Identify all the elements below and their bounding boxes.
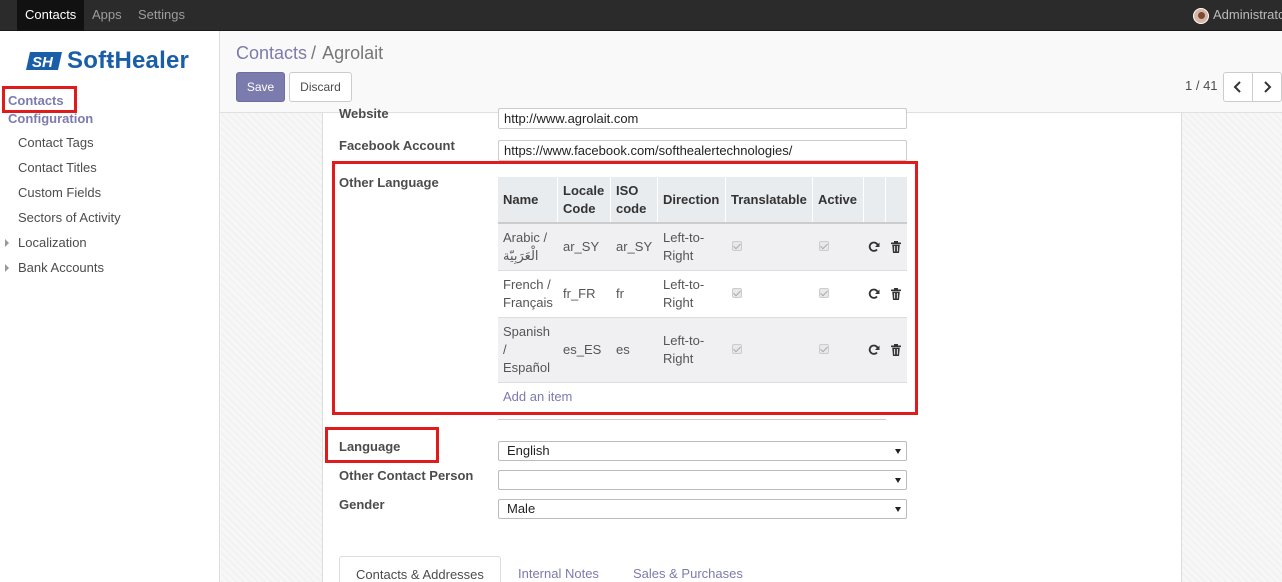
pager-previous-button[interactable] [1223, 72, 1253, 102]
softhealer-logo-icon: SH [26, 52, 62, 71]
breadcrumb-current: Agrolait [322, 43, 384, 63]
tab-internal-notes[interactable]: Internal Notes [502, 556, 615, 582]
pager-next-button[interactable] [1252, 72, 1282, 102]
discard-button[interactable]: Discard [289, 72, 352, 102]
sidebar-item-bank-accounts[interactable]: Bank Accounts [18, 260, 104, 275]
sidebar: SH SofŧHealer Contacts Configuration Con… [0, 31, 220, 582]
caret-down-icon [895, 449, 901, 454]
breadcrumb-separator: / [311, 43, 317, 63]
caret-down-icon [895, 478, 901, 483]
gender-label: Gender [339, 497, 385, 512]
caret-right-icon [5, 264, 9, 272]
sidebar-item-localization[interactable]: Localization [18, 235, 87, 250]
gender-select[interactable]: Male [498, 499, 907, 519]
gender-select-value: Male [507, 501, 536, 516]
logo-text: SofŧHealer [67, 47, 190, 74]
tab-sales-purchases[interactable]: Sales & Purchases [617, 556, 759, 582]
chevron-right-icon [1264, 81, 1272, 93]
sidebar-section-configuration: Configuration [8, 111, 94, 126]
menu-contacts[interactable]: Contacts [17, 0, 85, 31]
save-button[interactable]: Save [236, 72, 285, 102]
top-navbar: Contacts Apps Settings Administrator [0, 0, 1282, 31]
svg-text:SH: SH [32, 54, 54, 71]
chevron-left-icon [1233, 81, 1241, 93]
user-name: Administrator [1213, 7, 1282, 22]
breadcrumb: Contacts / Agrolait [236, 43, 383, 64]
facebook-account-label: Facebook Account [339, 138, 455, 153]
sidebar-item-sectors-of-activity[interactable]: Sectors of Activity [18, 210, 121, 225]
facebook-account-field[interactable]: https://www.facebook.com/softhealertechn… [498, 140, 907, 161]
language-select-value: English [507, 443, 550, 458]
sidebar-item-contact-titles[interactable]: Contact Titles [18, 160, 97, 175]
caret-right-icon [5, 239, 9, 247]
website-label: Website [339, 106, 389, 121]
language-select[interactable]: English [498, 441, 907, 461]
website-field[interactable]: http://www.agrolait.com [498, 108, 907, 129]
sidebar-item-custom-fields[interactable]: Custom Fields [18, 185, 101, 200]
highlight-box-other-language [332, 161, 918, 415]
user-avatar [1193, 8, 1209, 24]
other-contact-person-select[interactable] [498, 470, 907, 490]
other-contact-person-label: Other Contact Person [339, 468, 474, 483]
caret-down-icon [895, 507, 901, 512]
table-bottom-border [498, 419, 886, 420]
pager-value[interactable]: 1 / 41 [1185, 78, 1218, 93]
breadcrumb-contacts[interactable]: Contacts [236, 43, 307, 63]
highlight-box-contacts [2, 86, 77, 113]
menu-apps[interactable]: Apps [84, 0, 130, 31]
tab-contacts-addresses[interactable]: Contacts & Addresses [339, 556, 501, 582]
highlight-box-language [325, 427, 439, 463]
menu-settings[interactable]: Settings [130, 0, 193, 31]
sidebar-item-contact-tags[interactable]: Contact Tags [18, 135, 94, 150]
